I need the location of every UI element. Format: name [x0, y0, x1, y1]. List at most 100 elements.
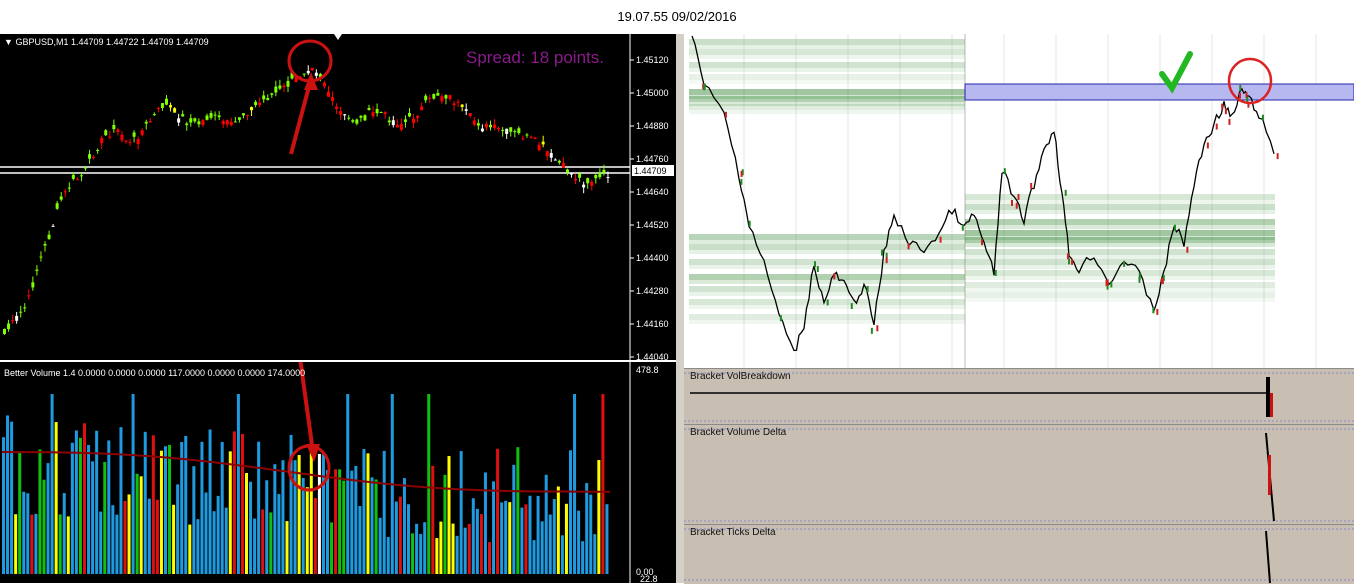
candle-body: [144, 121, 148, 124]
candle-body: [464, 109, 468, 111]
volume-bar: [423, 522, 427, 574]
heatmap-band: [965, 298, 1275, 302]
spread-text: Spread: 18 points.: [466, 48, 604, 67]
indicator-label: Bracket Ticks Delta: [690, 527, 776, 538]
candle-body: [116, 129, 120, 133]
volume-bar: [103, 461, 107, 574]
volume-bar: [471, 498, 475, 574]
candle-body: [193, 118, 197, 122]
candle-body: [489, 124, 492, 128]
candle-body: [497, 127, 501, 130]
volume-bar: [593, 534, 597, 574]
candle-body: [375, 108, 379, 114]
price-axis-label: 1.44400: [636, 253, 669, 263]
candle-body: [169, 105, 173, 108]
candle-body: [537, 144, 541, 151]
volume-bar: [370, 477, 374, 574]
price-tick: [1066, 253, 1069, 260]
candle-body: [387, 120, 391, 123]
volume-bar: [581, 541, 585, 574]
dropdown-triangle-icon[interactable]: ▼: [4, 37, 13, 47]
candle-body: [31, 282, 35, 288]
heatmap-band: [689, 55, 965, 59]
candle-body: [505, 128, 509, 134]
indicator-bar: [1270, 393, 1273, 417]
price-tick: [1228, 118, 1231, 125]
volume-bar: [18, 451, 22, 574]
heatmap-band: [689, 96, 965, 102]
indicator-volume-delta[interactable]: Bracket Volume Delta: [684, 424, 1354, 525]
candle-body: [582, 184, 586, 188]
volume-bar: [176, 484, 180, 574]
volume-bar: [99, 511, 103, 574]
volume-bar: [556, 486, 560, 574]
nt-price-canvas: [689, 34, 1354, 368]
candle-body: [43, 243, 47, 246]
volume-title: Better Volume 1.4 0.0000 0.0000 0.0000 1…: [4, 368, 306, 378]
heatmap-band: [689, 110, 965, 114]
candle-body: [586, 178, 590, 184]
volume-bar: [111, 505, 115, 574]
candle-body: [533, 137, 537, 140]
candle-body: [23, 307, 27, 309]
heatmap-band: [965, 219, 1275, 225]
mt4-price-chart[interactable]: 1.45120 1.45000 1.44880 1.44760 1.44640 1.445…: [0, 34, 676, 361]
volume-bar: [135, 473, 139, 574]
volume-bar: [147, 498, 151, 574]
volume-bar: [605, 504, 609, 574]
indicator-ticks-delta[interactable]: Bracket Ticks Delta: [684, 524, 1354, 584]
price-tick: [748, 220, 751, 227]
price-tick: [724, 111, 727, 118]
indicator-vol-breakdown[interactable]: Bracket VolBreakdown: [684, 368, 1354, 425]
heatmap-band: [689, 39, 965, 45]
volume-bar: [257, 441, 261, 574]
price-tick: [1068, 258, 1071, 265]
price-tick: [1003, 168, 1006, 175]
volume-bar: [309, 441, 313, 574]
candle-body: [246, 114, 249, 116]
volume-bar: [220, 441, 224, 574]
heatmap-band: [965, 237, 1275, 243]
volume-bar: [447, 456, 451, 574]
candle-body: [452, 103, 456, 106]
volume-bar: [346, 394, 350, 574]
volume-bar: [601, 394, 605, 574]
candle-body: [553, 159, 557, 161]
volume-axis-bottom2: 22.8: [640, 574, 658, 583]
volume-bar: [492, 481, 496, 574]
indicator-bar: [1268, 455, 1271, 495]
candle-body: [306, 70, 310, 74]
indicator-label: Bracket VolBreakdown: [690, 371, 791, 382]
candle-body: [35, 269, 39, 271]
candle-body: [124, 140, 128, 142]
volume-bar: [196, 519, 200, 574]
price-tick: [1030, 182, 1033, 189]
price-tick: [1105, 280, 1108, 287]
volume-bar: [253, 518, 257, 574]
price-tick: [1015, 202, 1018, 209]
mt4-volume-chart[interactable]: Better Volume 1.4 0.0000 0.0000 0.0000 1…: [0, 362, 676, 583]
volume-bar: [54, 422, 58, 574]
candle-body: [513, 131, 517, 133]
candle-body: [355, 119, 359, 124]
heatmap-band: [689, 305, 965, 309]
candle-body: [47, 234, 51, 239]
last-price-label: 1.44709: [634, 166, 667, 176]
volume-bar: [394, 501, 398, 574]
volume-bar: [338, 469, 342, 574]
nt-price-chart[interactable]: [684, 34, 1354, 368]
candle-body: [521, 138, 525, 140]
candle-body: [436, 92, 440, 96]
candle-body: [367, 107, 371, 111]
volume-bar: [548, 514, 552, 574]
volume-bar: [508, 502, 512, 574]
window-divider[interactable]: [676, 34, 684, 583]
volume-bar: [398, 496, 402, 574]
candle-body: [250, 107, 254, 111]
price-tick: [1173, 224, 1176, 231]
candle-body: [286, 80, 290, 87]
candle-body: [493, 124, 497, 128]
candle-body: [177, 118, 181, 123]
price-tick: [1152, 307, 1155, 314]
volume-bar: [407, 504, 410, 574]
